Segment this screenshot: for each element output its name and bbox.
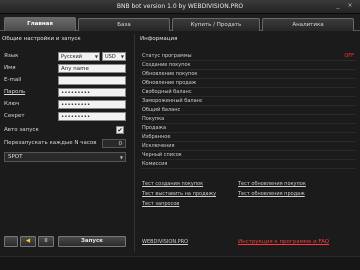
mode-select[interactable]: SPOT ▼ [4, 152, 126, 162]
currency-value: USD [105, 54, 116, 60]
info-key: Создание покупок [142, 62, 191, 68]
info-key: Продажа [142, 125, 167, 131]
info-row: Обновление покупок [140, 70, 356, 79]
settings-icon-button[interactable] [4, 236, 18, 247]
minimize-button[interactable]: _ [335, 3, 341, 9]
language-value: Русский [61, 54, 82, 60]
tab-bar: Главная База Купить / Продать Аналитика [0, 15, 360, 31]
info-key: Комиссия [142, 161, 168, 167]
tab-main[interactable]: Главная [4, 17, 76, 31]
info-row: Свободный баланс [140, 88, 356, 97]
window-title: BNB bot version 1.0 by WEBDIVISION.PRO [116, 3, 244, 10]
restart-label: Перезапускать каждые N часов [4, 140, 97, 146]
key-label: Ключ [4, 101, 20, 107]
name-label: Имя [4, 65, 16, 71]
chevron-down-icon: ▼ [94, 54, 98, 59]
language-select[interactable]: Русский ▼ [58, 52, 100, 61]
password-label[interactable]: Пароль [4, 88, 25, 97]
test-update-sell-link[interactable]: Тест обновления продаж [238, 191, 305, 197]
info-row: Черный список [140, 151, 356, 160]
info-row: Избранное [140, 133, 356, 142]
control-bar: ◀ II Запуск [2, 236, 130, 248]
chevron-down-icon: ▼ [120, 54, 124, 59]
secret-input[interactable]: ••••••••• [58, 112, 126, 121]
info-key: Покупка [142, 116, 165, 122]
info-row: Комиссия [140, 160, 356, 169]
close-button[interactable]: × [347, 3, 353, 9]
panel-divider [134, 34, 135, 252]
info-row: Продажа [140, 124, 356, 133]
info-row: Исключения [140, 142, 356, 151]
info-key: Избранное [142, 134, 171, 140]
currency-select[interactable]: USD ▼ [102, 52, 126, 61]
mode-value: SPOT [8, 154, 23, 160]
email-input[interactable] [58, 76, 126, 85]
secret-label: Секрет [4, 113, 25, 119]
pause-button[interactable]: II [38, 236, 54, 247]
info-key: Обновление покупок [142, 71, 198, 77]
info-key: Черный список [142, 152, 182, 158]
info-row: Замороженный баланс [140, 97, 356, 106]
info-row-status: Статус программы OFF [140, 52, 356, 61]
test-create-buy-link[interactable]: Тест создания покупок [142, 181, 203, 187]
info-row: Создание покупок [140, 61, 356, 70]
info-panel: Информация Статус программы OFF Создание … [138, 34, 358, 252]
tab-buy-sell[interactable]: Купить / Продать [172, 18, 260, 31]
info-key: Замороженный баланс [142, 98, 203, 104]
info-row: Покупка [140, 115, 356, 124]
info-key: Общий баланс [142, 107, 181, 113]
title-bar: BNB bot version 1.0 by WEBDIVISION.PRO _… [0, 0, 360, 14]
info-row: Общий баланс [140, 106, 356, 115]
test-update-buy-link[interactable]: Тест обновления покупок [238, 181, 306, 187]
info-key: Свободный баланс [142, 89, 192, 95]
info-key: Статус программы [142, 53, 192, 59]
status-bar [0, 256, 360, 270]
website-link[interactable]: WEBDIVISION.PRO [142, 239, 188, 245]
autostart-label: Авто запуск [4, 127, 39, 133]
test-place-sell-link[interactable]: Тест выставить на продажу [142, 191, 216, 197]
info-row: Обновление продаж [140, 79, 356, 88]
test-logs-link[interactable]: Тест запросов [142, 201, 179, 207]
autostart-checkbox[interactable]: ✔ [116, 126, 124, 134]
faq-link[interactable]: Инструкция к программе и FAQ [238, 239, 329, 245]
email-label: E-mail [4, 77, 22, 83]
info-key: Исключения [142, 143, 175, 149]
settings-panel: Общие настройки и запуск Язык Русский ▼ U… [2, 34, 130, 252]
password-input[interactable]: ••••••••• [58, 88, 126, 97]
status-badge: OFF [344, 53, 354, 59]
tab-analytics[interactable]: Аналитика [262, 18, 354, 31]
info-title: Информация [140, 36, 178, 42]
language-label: Язык [4, 53, 19, 59]
name-input[interactable]: Any name [58, 64, 126, 73]
back-icon[interactable]: ◀ [20, 236, 36, 247]
tab-base[interactable]: База [78, 18, 170, 31]
chevron-down-icon: ▼ [119, 155, 123, 160]
settings-title: Общие настройки и запуск [2, 36, 81, 42]
restart-hours-input[interactable]: 0 [102, 139, 126, 148]
start-button[interactable]: Запуск [58, 236, 126, 247]
info-key: Обновление продаж [142, 80, 197, 86]
key-input[interactable]: ••••••••• [58, 100, 126, 109]
